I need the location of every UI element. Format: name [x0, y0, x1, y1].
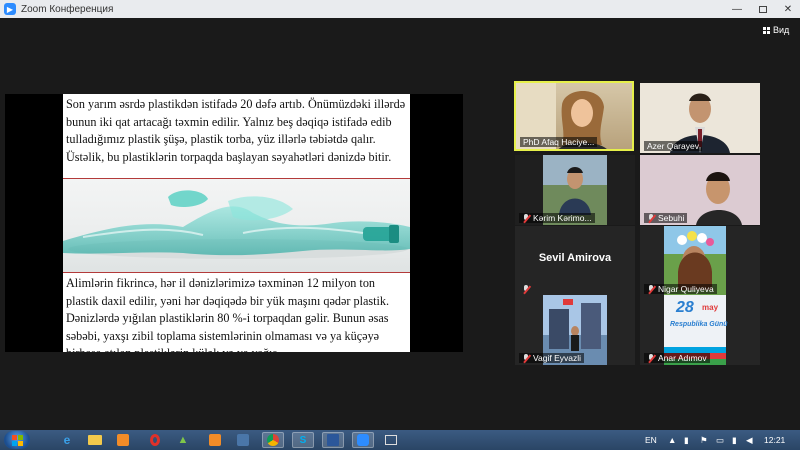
participant-display-name: Sevil Amirova — [538, 252, 612, 264]
participant-name: Nigar Quliyeva — [644, 284, 717, 294]
language-indicator[interactable]: EN — [645, 430, 657, 450]
chrome-icon[interactable] — [262, 432, 284, 448]
window-title: Zoom Конференция — [21, 3, 114, 15]
participant-name: Azer Qarayev — [644, 141, 702, 151]
explorer-icon[interactable] — [84, 432, 106, 448]
participant-tile[interactable]: Sebuhi — [640, 155, 760, 225]
participant-name: Vagif Eyvazli — [519, 353, 585, 363]
tray-signal-icon[interactable]: ▮ — [732, 430, 737, 450]
windows-logo-icon — [11, 434, 23, 446]
minimize-button[interactable]: — — [724, 0, 750, 18]
android-icon[interactable]: ▲ — [172, 432, 194, 448]
tray-arrow-icon[interactable]: ▲ — [668, 430, 676, 450]
view-button-label: Вид — [773, 25, 790, 35]
participant-tile[interactable]: Nigar Quliyeva — [640, 226, 760, 296]
windows-taskbar: e ▲ S EN ▲ ▮ ⚑ ▭ ▮ ◀ 12:21 — [0, 430, 800, 450]
muted-mic-icon — [647, 213, 655, 223]
tray-network-icon[interactable]: ▮ — [684, 430, 689, 450]
participant-name: Sebuhi — [644, 213, 688, 223]
banner-month: may — [702, 303, 719, 312]
slide-paragraph-top: Son yarım əsrdə plastikdən istifadə 20 d… — [66, 97, 406, 164]
participant-tile[interactable]: PhD Afaq Haciye... — [514, 81, 634, 151]
window-icon[interactable] — [380, 432, 402, 448]
slide-divider — [63, 272, 410, 273]
media-player-icon[interactable] — [112, 432, 134, 448]
skype-icon[interactable]: S — [292, 432, 314, 448]
close-button[interactable]: ✕ — [776, 0, 800, 18]
shared-screen[interactable]: Son yarım əsrdə plastikdən istifadə 20 d… — [5, 94, 463, 352]
banner-day: 28 — [676, 299, 694, 316]
maximize-button[interactable] — [750, 0, 776, 18]
participant-name — [519, 285, 533, 294]
participant-tile[interactable]: Azer Qarayev — [640, 83, 760, 153]
muted-mic-icon — [647, 284, 655, 294]
muted-mic-icon — [522, 285, 530, 294]
vk-icon[interactable] — [232, 432, 254, 448]
muted-mic-icon — [522, 353, 530, 363]
participant-tile[interactable]: 28 may Respublika Günü Anar Adımov — [640, 295, 760, 365]
presentation-slide: Son yarım əsrdə plastikdən istifadə 20 d… — [63, 94, 410, 352]
word-icon[interactable] — [322, 432, 344, 448]
window-titlebar: ▶ Zoom Конференция — [0, 0, 800, 18]
zoom-app-icon: ▶ — [4, 3, 16, 15]
grid-icon — [763, 26, 770, 34]
participant-tile[interactable]: Kərim Kərimo... — [515, 155, 635, 225]
tray-battery-icon[interactable]: ▭ — [716, 430, 724, 450]
participant-name: Anar Adımov — [644, 353, 710, 363]
odnoklassniki-icon[interactable] — [204, 432, 226, 448]
participant-tile[interactable]: Sevil Amirova — [515, 226, 635, 296]
participant-name: PhD Afaq Haciye... — [520, 137, 598, 147]
tray-volume-icon[interactable]: ◀ — [746, 430, 753, 450]
maximize-icon — [759, 5, 767, 13]
participant-name: Kərim Kərimo... — [519, 213, 595, 223]
view-button[interactable]: Вид — [763, 25, 789, 35]
tray-flag-icon[interactable]: ⚑ — [700, 430, 708, 450]
banner-caption: Respublika Günü — [670, 321, 728, 328]
muted-mic-icon — [647, 353, 655, 363]
muted-mic-icon — [522, 213, 530, 223]
plastic-bottle-image — [63, 179, 410, 272]
start-button[interactable] — [4, 431, 30, 449]
opera-icon[interactable] — [144, 432, 166, 448]
participant-tile[interactable]: Vagif Eyvazli — [515, 295, 635, 365]
slide-paragraph-bottom: Alimlərin fikrincə, hər il dənizlərimizə… — [66, 276, 390, 352]
ie-icon[interactable]: e — [56, 432, 78, 448]
taskbar-clock[interactable]: 12:21 — [764, 430, 785, 450]
meeting-stage: Вид Son yarım əsrdə plastikdən istifadə … — [0, 18, 800, 430]
zoom-icon[interactable] — [352, 432, 374, 448]
